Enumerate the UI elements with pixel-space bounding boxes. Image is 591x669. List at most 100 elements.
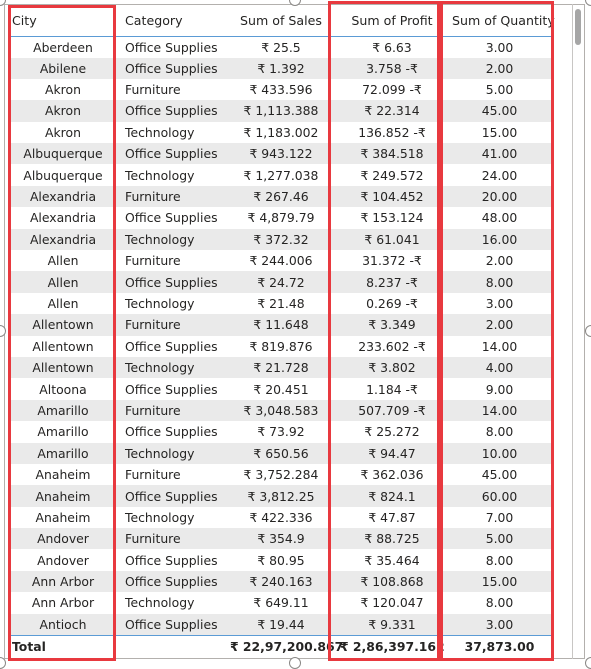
cell-quantity: 3.00 [448,613,551,636]
cell-category: Office Supplies [116,271,226,293]
cell-quantity: 60.00 [448,485,551,507]
cell-category: Office Supplies [116,335,226,357]
cell-profit: 31.372 -₹ [336,250,448,272]
cell-quantity: 8.00 [448,421,551,443]
cell-profit: 136.852 -₹ [336,121,448,144]
cell-category: Technology [116,292,226,315]
data-table-container: City Category Sum of Sales Sum of Profit… [10,6,555,658]
vertical-scrollbar[interactable] [573,6,583,655]
cell-city: Alexandria [10,207,116,229]
total-category-cell [116,634,226,658]
cell-city: Anaheim [10,506,116,529]
table-row[interactable]: Allentown Furniture ₹ 11.648 ₹ 3.349 2.00 [10,314,551,336]
scrollbar-thumb[interactable] [575,9,581,45]
column-header-city[interactable]: City [10,6,116,37]
resize-handle-right[interactable] [585,325,591,337]
cell-city: Albuquerque [10,143,116,165]
table-row[interactable]: Amarillo Furniture ₹ 3,048.583 507.709 -₹ 14… [10,399,551,422]
table-row[interactable]: Albuquerque Technology ₹ 1,277.038 ₹ 249.57… [10,164,551,186]
cell-sales: ₹ 11.648 [226,314,336,336]
column-header-sum-of-sales[interactable]: Sum of Sales [226,6,336,37]
cell-category: Furniture [116,528,226,550]
table-row[interactable]: Allen Office Supplies ₹ 24.72 8.237 -₹ 8.00 [10,271,551,293]
cell-city: Aberdeen [10,36,116,58]
cell-city: Andover [10,528,116,550]
table-row[interactable]: Amarillo Office Supplies ₹ 73.92 ₹ 25.272 8.… [10,421,551,443]
cell-sales: ₹ 3,048.583 [226,399,336,422]
table-row[interactable]: Andover Office Supplies ₹ 80.95 ₹ 35.464 8.0… [10,549,551,571]
cell-category: Office Supplies [116,100,226,122]
table-row[interactable]: Allentown Technology ₹ 21.728 ₹ 3.802 4.00 [10,356,551,379]
cell-profit: ₹ 25.272 [336,421,448,443]
table-row[interactable]: Allentown Office Supplies ₹ 819.876 233.602… [10,335,551,357]
column-header-category[interactable]: Category [116,6,226,37]
table-row[interactable]: Allen Technology ₹ 21.48 0.269 -₹ 3.00 [10,292,551,315]
cell-city: Amarillo [10,442,116,464]
resize-handle-bottom-right[interactable] [585,657,591,669]
cell-sales: ₹ 1,277.038 [226,164,336,186]
cell-category: Technology [116,442,226,464]
cell-profit: 0.269 -₹ [336,292,448,315]
resize-handle-top-right[interactable] [585,0,591,6]
cell-city: Anaheim [10,485,116,507]
cell-quantity: 8.00 [448,592,551,614]
table-row[interactable]: Allen Furniture ₹ 244.006 31.372 -₹ 2.00 [10,250,551,272]
table-row[interactable]: Akron Furniture ₹ 433.596 72.099 -₹ 5.00 [10,78,551,101]
cell-quantity: 3.00 [448,292,551,315]
cell-sales: ₹ 3,812.25 [226,485,336,507]
table-row[interactable]: Altoona Office Supplies ₹ 20.451 1.184 -₹ 9.… [10,378,551,400]
cell-city: Allentown [10,314,116,336]
table-row[interactable]: Akron Office Supplies ₹ 1,113.388 ₹ 22.314 4… [10,100,551,122]
table-row[interactable]: Alexandria Office Supplies ₹ 4,879.79 ₹ 153… [10,207,551,229]
cell-sales: ₹ 21.48 [226,292,336,315]
cell-sales: ₹ 244.006 [226,250,336,272]
table-row[interactable]: Albuquerque Office Supplies ₹ 943.122 ₹ 384… [10,143,551,165]
cell-quantity: 5.00 [448,78,551,101]
table-total-row: Total ₹ 22,97,200.867 ₹ 2,86,397.162 37,… [10,634,551,658]
cell-city: Albuquerque [10,164,116,186]
cell-quantity: 15.00 [448,121,551,144]
cell-profit: 507.709 -₹ [336,399,448,422]
cell-sales: ₹ 20.451 [226,378,336,400]
table-row[interactable]: Anaheim Technology ₹ 422.336 ₹ 47.87 7.00 [10,506,551,529]
cell-category: Office Supplies [116,549,226,571]
table-row[interactable]: Antioch Office Supplies ₹ 19.44 ₹ 9.331 3.00 [10,613,551,636]
cell-city: Allentown [10,356,116,379]
resize-handle-bottom[interactable] [289,657,301,669]
table-row[interactable]: Anaheim Furniture ₹ 3,752.284 ₹ 362.036 45.0… [10,463,551,486]
table-row[interactable]: Akron Technology ₹ 1,183.002 136.852 -₹ 15.0… [10,121,551,144]
table-row[interactable]: Alexandria Technology ₹ 372.32 ₹ 61.041 16.0… [10,228,551,251]
table-row[interactable]: Abilene Office Supplies ₹ 1.392 3.758 -₹ 2.0… [10,57,551,79]
table-row[interactable]: Alexandria Furniture ₹ 267.46 ₹ 104.452 20.0… [10,185,551,208]
cell-profit: 233.602 -₹ [336,335,448,357]
cell-quantity: 4.00 [448,356,551,379]
table-row[interactable]: Anaheim Office Supplies ₹ 3,812.25 ₹ 824.1 6… [10,485,551,507]
cell-category: Office Supplies [116,57,226,79]
cell-sales: ₹ 372.32 [226,228,336,251]
table-header-row: City Category Sum of Sales Sum of Profit… [10,6,555,37]
table-row[interactable]: Ann Arbor Technology ₹ 649.11 ₹ 120.047 8.00 [10,592,551,614]
column-header-sum-of-profit[interactable]: Sum of Profit [336,6,448,37]
cell-quantity: 45.00 [448,463,551,486]
cell-category: Technology [116,506,226,529]
cell-city: Amarillo [10,399,116,422]
table-row[interactable]: Ann Arbor Office Supplies ₹ 240.163 ₹ 108.8… [10,570,551,593]
cell-category: Technology [116,592,226,614]
cell-city: Andover [10,549,116,571]
column-header-sum-of-quantity[interactable]: Sum of Quantity [448,6,555,37]
cell-profit: 3.758 -₹ [336,57,448,79]
cell-category: Office Supplies [116,613,226,636]
table-row[interactable]: Amarillo Technology ₹ 650.56 ₹ 94.47 10.00 [10,442,551,464]
cell-category: Furniture [116,185,226,208]
cell-category: Technology [116,228,226,251]
cell-quantity: 8.00 [448,549,551,571]
cell-city: Altoona [10,378,116,400]
table-row[interactable]: Andover Furniture ₹ 354.9 ₹ 88.725 5.00 [10,528,551,550]
cell-profit: ₹ 35.464 [336,549,448,571]
cell-quantity: 15.00 [448,570,551,593]
cell-category: Office Supplies [116,485,226,507]
cell-quantity: 9.00 [448,378,551,400]
table-row[interactable]: Aberdeen Office Supplies ₹ 25.5 ₹ 6.63 3.00 [10,36,551,58]
cell-profit: ₹ 61.041 [336,228,448,251]
cell-profit: 72.099 -₹ [336,78,448,101]
